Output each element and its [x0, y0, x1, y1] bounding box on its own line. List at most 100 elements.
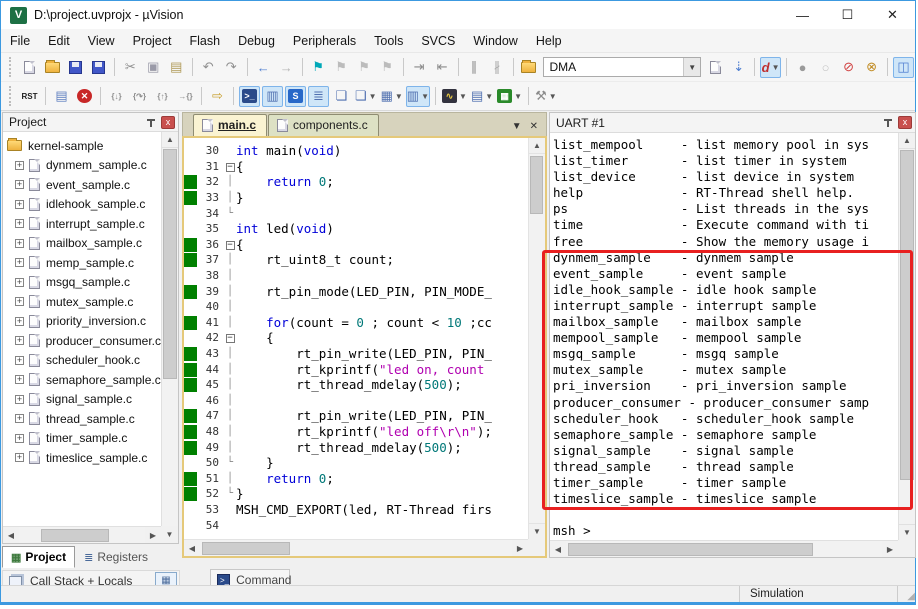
code-text[interactable]: MSH_CMD_EXPORT(led, RT-Thread firs [236, 502, 528, 517]
expand-icon[interactable]: + [15, 433, 24, 443]
cut-icon[interactable]: ✂ [120, 57, 141, 78]
tree-item-mutex-sample[interactable]: + mutex_sample.c [3, 292, 161, 312]
toolbar-grip[interactable] [9, 86, 13, 106]
code-text[interactable]: rt_pin_write(LED_PIN, PIN_ [236, 408, 528, 423]
menu-flash[interactable]: Flash [180, 31, 229, 51]
expand-icon[interactable]: + [15, 219, 24, 229]
code-text[interactable]: { [236, 159, 528, 174]
serial-window-icon-dropdown[interactable]: ▼ [421, 92, 429, 101]
find-icon[interactable] [705, 57, 726, 78]
scroll-up-icon[interactable]: ▲ [529, 138, 545, 154]
minimize-button[interactable]: — [780, 1, 825, 29]
editor-tab-main-c[interactable]: main.c [193, 114, 268, 136]
project-vscrollbar[interactable]: ▲ [161, 132, 178, 526]
tab-registers[interactable]: ≣ Registers [75, 546, 157, 568]
uart-vscrollbar[interactable]: ▲ ▼ [898, 133, 915, 540]
kill-all-breakpoints-icon[interactable]: ⊗ [861, 57, 882, 78]
serial-window-icon[interactable]: ▥ ▼ [405, 85, 431, 107]
new-file-icon[interactable] [19, 57, 40, 78]
tree-item-msgq-sample[interactable]: + msgq_sample.c [3, 273, 161, 293]
forward-arrow-icon[interactable]: → [276, 57, 297, 78]
system-viewer-icon-dropdown[interactable]: ▼ [485, 92, 493, 101]
analysis-window-icon[interactable]: ∿ ▼ [441, 86, 468, 107]
project-hscrollbar[interactable]: ◀ ▶ [3, 526, 161, 543]
bookmark-toggle-icon[interactable]: ⚑ [308, 57, 329, 78]
fold-collapse-icon[interactable]: − [225, 334, 235, 344]
debug-settings-icon[interactable]: ⚒ ▼ [534, 86, 558, 107]
step-into-icon[interactable]: {↓} [106, 86, 127, 107]
scroll-thumb[interactable] [41, 528, 109, 542]
menu-svcs[interactable]: SVCS [412, 31, 464, 51]
code-text[interactable]: { [236, 330, 528, 345]
scroll-thumb[interactable] [163, 149, 177, 379]
tree-root-kernel-sample[interactable]: kernel-sample [3, 136, 161, 156]
menu-file[interactable]: File [1, 31, 39, 51]
scroll-down-icon[interactable]: ▼ [161, 526, 178, 543]
expand-icon[interactable]: + [15, 199, 24, 209]
scroll-left-icon[interactable]: ◀ [3, 527, 19, 543]
code-text[interactable]: rt_thread_mdelay(500); [236, 440, 528, 455]
expand-icon[interactable]: + [15, 180, 24, 190]
run-to-cursor-icon[interactable]: →{} [175, 86, 196, 107]
expand-icon[interactable]: + [15, 336, 24, 346]
scroll-up-icon[interactable]: ▲ [162, 132, 178, 148]
scroll-left-icon[interactable]: ◀ [184, 540, 200, 556]
expand-icon[interactable]: + [15, 453, 24, 463]
tree-item-event-sample[interactable]: + event_sample.c [3, 175, 161, 195]
uart-output[interactable]: list_mempool - list memory pool in sys li… [550, 133, 898, 540]
step-out-icon[interactable]: {↑} [152, 86, 173, 107]
menu-tools[interactable]: Tools [365, 31, 412, 51]
toolbox-icon[interactable]: ▦ ▼ [496, 86, 523, 107]
scroll-thumb[interactable] [900, 150, 914, 480]
enable-breakpoint-icon[interactable]: ○ [815, 57, 836, 78]
code-area[interactable]: 30 int main(void) 31−{32 │ return 0; 33 │} 34 └… [184, 138, 528, 539]
code-text[interactable]: rt_uint8_t count; [236, 252, 528, 267]
step-over-icon[interactable]: {↷} [129, 86, 150, 107]
undo-icon[interactable]: ↶ [198, 57, 219, 78]
expand-icon[interactable]: + [15, 316, 24, 326]
expand-icon[interactable]: + [15, 375, 24, 385]
code-text[interactable]: int led(void) [236, 221, 528, 236]
code-text[interactable]: rt_thread_mdelay(500); [236, 377, 528, 392]
tree-item-interrupt-sample[interactable]: + interrupt_sample.c [3, 214, 161, 234]
tab-project[interactable]: ▦ Project [2, 546, 76, 568]
menu-edit[interactable]: Edit [39, 31, 79, 51]
code-text[interactable]: } [236, 190, 528, 205]
command-window-icon[interactable]: >_ [239, 85, 260, 107]
editor-tab-components-c[interactable]: components.c [268, 114, 379, 136]
fold-marker[interactable]: − [224, 161, 236, 172]
code-text[interactable]: return 0; [236, 174, 528, 189]
close-editor-icon[interactable]: ✕ [530, 121, 538, 132]
expand-icon[interactable]: + [15, 394, 24, 404]
bookmark-prev-icon[interactable]: ⚑ [331, 57, 352, 78]
scroll-down-icon[interactable]: ▼ [899, 524, 915, 540]
toolbox-icon-dropdown[interactable]: ▼ [514, 92, 522, 101]
window-layout-icon[interactable]: ◫ [892, 56, 914, 78]
close-icon[interactable]: x [898, 116, 912, 129]
analysis-window-icon-dropdown[interactable]: ▼ [459, 92, 467, 101]
find-in-files-icon[interactable] [518, 57, 539, 78]
expand-icon[interactable]: + [15, 258, 24, 268]
tree-item-timer-sample[interactable]: + timer_sample.c [3, 429, 161, 449]
editor-hscrollbar[interactable]: ◀ ▶ [184, 539, 528, 556]
symbols-window-icon[interactable]: S [285, 85, 306, 107]
scroll-thumb[interactable] [568, 542, 813, 556]
uncomment-icon[interactable]: ∦ [487, 57, 508, 78]
open-folder-icon[interactable] [42, 57, 63, 78]
tree-item-memp-sample[interactable]: + memp_sample.c [3, 253, 161, 273]
call-stack-window-icon[interactable]: ❏ [331, 86, 352, 107]
scroll-thumb[interactable] [530, 156, 543, 214]
tree-item-scheduler-hook[interactable]: + scheduler_hook.c [3, 351, 161, 371]
tab-list-icon[interactable]: ▼ [512, 121, 522, 132]
reset-icon[interactable]: RST [19, 86, 40, 107]
tree-item-semaphore-sample[interactable]: + semaphore_sample.c [3, 370, 161, 390]
memory-window-icon[interactable]: ▦ ▼ [380, 86, 404, 107]
incremental-find-icon[interactable]: ⇣ [728, 57, 749, 78]
expand-icon[interactable]: + [15, 277, 24, 287]
watch-window-icon[interactable]: ❏ ▼ [354, 86, 378, 107]
editor-vscrollbar[interactable]: ▲ ▼ [528, 138, 545, 539]
tree-item-dynmem-sample[interactable]: + dynmem_sample.c [3, 156, 161, 176]
tree-item-timeslice-sample[interactable]: + timeslice_sample.c [3, 448, 161, 468]
show-next-statement-icon[interactable]: ⇨ [207, 86, 228, 107]
run-icon[interactable]: ▤ [51, 86, 72, 107]
